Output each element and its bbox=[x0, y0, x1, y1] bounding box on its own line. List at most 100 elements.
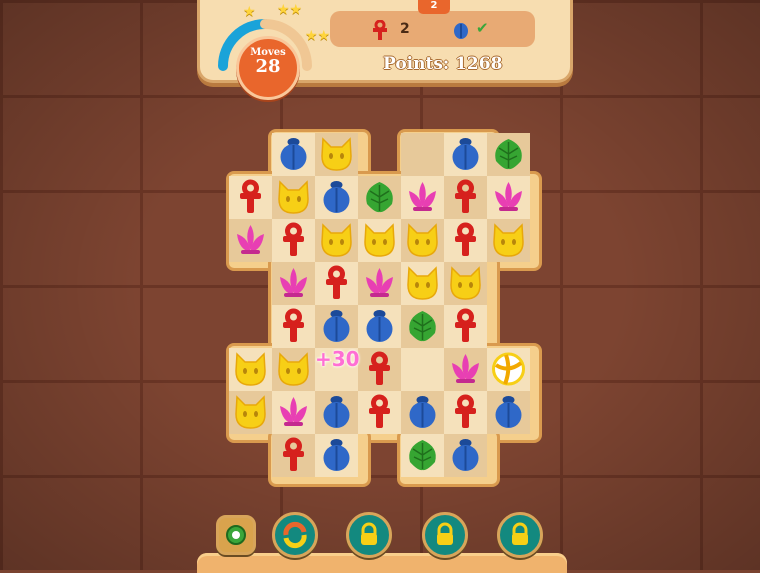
scarab-piece-icon[interactable] bbox=[448, 437, 483, 473]
ankh-piece-icon[interactable] bbox=[448, 394, 483, 430]
board-tile[interactable] bbox=[358, 391, 401, 434]
scarab-piece-icon[interactable] bbox=[448, 136, 483, 172]
board-tile[interactable] bbox=[229, 348, 272, 391]
board-tile[interactable] bbox=[401, 434, 444, 477]
leaf-piece-icon[interactable] bbox=[405, 437, 440, 473]
board-tile[interactable] bbox=[487, 348, 530, 391]
board-tile[interactable] bbox=[401, 348, 444, 391]
cat-piece-icon[interactable] bbox=[405, 222, 440, 258]
score-popup: +30 bbox=[315, 347, 360, 371]
board-tile[interactable] bbox=[401, 391, 444, 434]
board-tile[interactable] bbox=[272, 305, 315, 348]
lotus-piece-icon[interactable] bbox=[233, 222, 268, 258]
scarab-piece-icon[interactable] bbox=[319, 308, 354, 344]
scarab-piece-icon[interactable] bbox=[362, 308, 397, 344]
points-display: Points: 1268 bbox=[383, 54, 503, 74]
ankh-piece-icon[interactable] bbox=[362, 351, 397, 387]
cat-piece-icon[interactable] bbox=[319, 222, 354, 258]
cat-piece-icon[interactable] bbox=[233, 351, 268, 387]
board-tile[interactable] bbox=[444, 348, 487, 391]
board-tile[interactable] bbox=[444, 434, 487, 477]
scarab-piece-icon[interactable] bbox=[491, 394, 526, 430]
cat-piece-icon[interactable] bbox=[448, 265, 483, 301]
board-tile[interactable] bbox=[315, 305, 358, 348]
cat-piece-icon[interactable] bbox=[491, 222, 526, 258]
board-tile[interactable] bbox=[272, 219, 315, 262]
board-tile[interactable] bbox=[487, 176, 530, 219]
shuffle-button[interactable] bbox=[272, 512, 318, 558]
cat-piece-icon[interactable] bbox=[319, 136, 354, 172]
board-tile[interactable] bbox=[444, 305, 487, 348]
lotus-piece-icon[interactable] bbox=[448, 351, 483, 387]
ankh-piece-icon[interactable] bbox=[276, 222, 311, 258]
ankh-piece-icon[interactable] bbox=[448, 308, 483, 344]
board-tile[interactable] bbox=[487, 391, 530, 434]
board-tile[interactable] bbox=[401, 305, 444, 348]
board-tile[interactable] bbox=[315, 176, 358, 219]
board-tile[interactable] bbox=[272, 133, 315, 176]
cat-piece-icon[interactable] bbox=[276, 179, 311, 215]
board-tile[interactable] bbox=[315, 133, 358, 176]
board-tile[interactable] bbox=[358, 305, 401, 348]
scarab-piece-icon[interactable] bbox=[319, 437, 354, 473]
board-tile[interactable] bbox=[229, 391, 272, 434]
board-tile[interactable] bbox=[358, 176, 401, 219]
board-tile[interactable] bbox=[229, 176, 272, 219]
ankh-piece-icon[interactable] bbox=[276, 308, 311, 344]
board-tile[interactable] bbox=[229, 219, 272, 262]
board-tile[interactable] bbox=[315, 391, 358, 434]
board-tile[interactable] bbox=[444, 391, 487, 434]
board-tile[interactable] bbox=[272, 176, 315, 219]
lotus-piece-icon[interactable] bbox=[491, 179, 526, 215]
board-tile[interactable] bbox=[272, 262, 315, 305]
scarab-piece-icon[interactable] bbox=[276, 136, 311, 172]
locked-booster-button[interactable] bbox=[422, 512, 468, 558]
board-tile[interactable] bbox=[358, 219, 401, 262]
cat-piece-icon[interactable] bbox=[233, 394, 268, 430]
leaf-piece-icon[interactable] bbox=[362, 179, 397, 215]
ankh-piece-icon[interactable] bbox=[319, 265, 354, 301]
ankh-piece-icon[interactable] bbox=[233, 179, 268, 215]
board-tile[interactable] bbox=[315, 434, 358, 477]
board-tile[interactable] bbox=[401, 219, 444, 262]
board-tile[interactable] bbox=[444, 262, 487, 305]
ankh-piece-icon[interactable] bbox=[362, 394, 397, 430]
ball-piece-icon[interactable] bbox=[491, 351, 526, 387]
cat-piece-icon[interactable] bbox=[405, 265, 440, 301]
scarab-piece-icon[interactable] bbox=[319, 394, 354, 430]
star-icon: ★ bbox=[243, 4, 256, 20]
locked-booster-button[interactable] bbox=[497, 512, 543, 558]
board-tile[interactable] bbox=[358, 262, 401, 305]
lotus-piece-icon[interactable] bbox=[405, 179, 440, 215]
lotus-piece-icon[interactable] bbox=[276, 394, 311, 430]
ankh-piece-icon[interactable] bbox=[448, 222, 483, 258]
cat-piece-icon[interactable] bbox=[276, 351, 311, 387]
locked-booster-button[interactable] bbox=[346, 512, 392, 558]
check-icon: ✔ bbox=[476, 19, 489, 37]
ankh-piece-icon[interactable] bbox=[448, 179, 483, 215]
leaf-piece-icon[interactable] bbox=[491, 136, 526, 172]
board-tile[interactable] bbox=[401, 133, 444, 176]
cat-piece-icon[interactable] bbox=[362, 222, 397, 258]
moves-counter: Moves 28 bbox=[236, 36, 300, 100]
lotus-piece-icon[interactable] bbox=[276, 265, 311, 301]
scarab-piece-icon[interactable] bbox=[319, 179, 354, 215]
board-tile[interactable] bbox=[315, 219, 358, 262]
lotus-piece-icon[interactable] bbox=[362, 265, 397, 301]
board-tile[interactable] bbox=[487, 219, 530, 262]
board-tile[interactable] bbox=[444, 219, 487, 262]
board-tile[interactable] bbox=[401, 262, 444, 305]
board-tile[interactable] bbox=[358, 348, 401, 391]
board-tile[interactable] bbox=[444, 176, 487, 219]
board-tile[interactable] bbox=[272, 391, 315, 434]
board-tile[interactable] bbox=[401, 176, 444, 219]
ankh-piece-icon[interactable] bbox=[276, 437, 311, 473]
leaf-piece-icon[interactable] bbox=[405, 308, 440, 344]
settings-button[interactable] bbox=[216, 515, 256, 555]
scarab-piece-icon[interactable] bbox=[405, 394, 440, 430]
board-tile[interactable] bbox=[444, 133, 487, 176]
board-tile[interactable] bbox=[487, 133, 530, 176]
board-tile[interactable] bbox=[315, 262, 358, 305]
board-tile[interactable] bbox=[272, 434, 315, 477]
board-tile[interactable] bbox=[272, 348, 315, 391]
